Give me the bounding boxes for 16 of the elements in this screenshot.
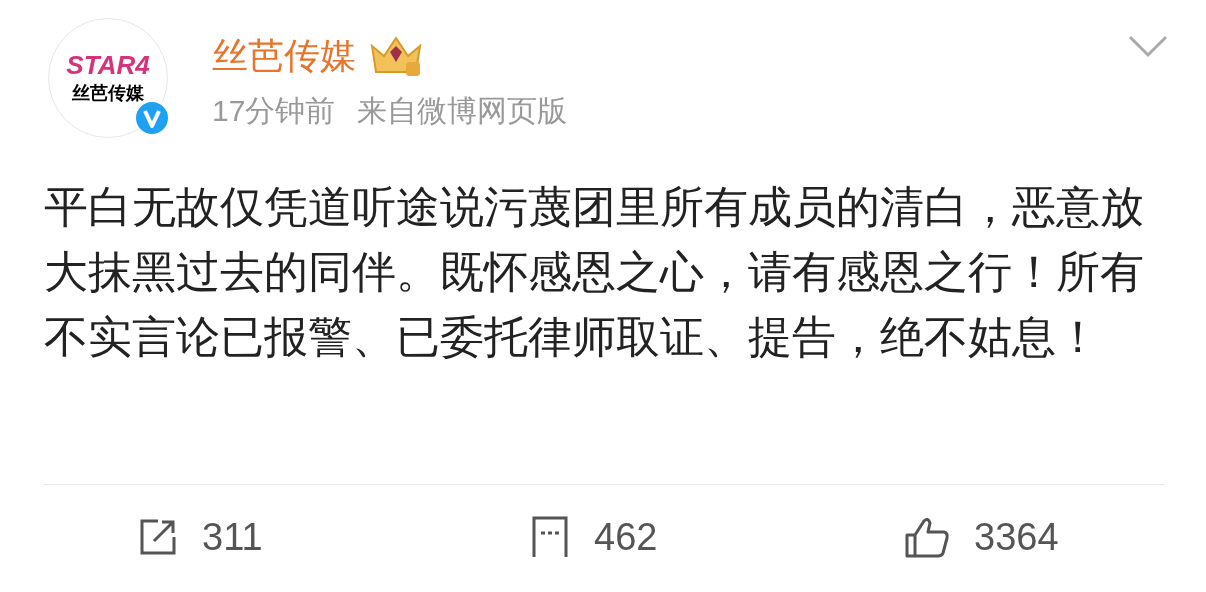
comment-icon xyxy=(530,515,570,559)
avatar[interactable]: STAR4 丝芭传媒 xyxy=(48,18,168,138)
repost-button[interactable]: 311 xyxy=(138,512,263,562)
count: 311 xyxy=(202,515,263,560)
post-text: 平白无故仅凭道听途说污蔑团里所有成员的清白，恶意放大抹黑过去的同伴。既怀感恩之心，请有感恩之行！所有不实言论已报警、已委托律师取证、提告，绝不姑息！ xyxy=(44,181,1144,363)
crown-badge-icon xyxy=(368,34,424,78)
comment-button[interactable]: 462 xyxy=(530,512,658,562)
post-time: 17分钟前 xyxy=(212,93,336,129)
like-button[interactable]: 3364 xyxy=(904,512,1059,562)
like-icon xyxy=(904,515,950,559)
share-icon xyxy=(138,517,178,557)
chevron-down-icon[interactable] xyxy=(1128,34,1168,58)
logo-text: STAR4 xyxy=(66,51,150,78)
count: 462 xyxy=(594,515,658,560)
count: 3364 xyxy=(974,515,1059,560)
logo-text: 丝芭传媒 xyxy=(72,81,144,105)
